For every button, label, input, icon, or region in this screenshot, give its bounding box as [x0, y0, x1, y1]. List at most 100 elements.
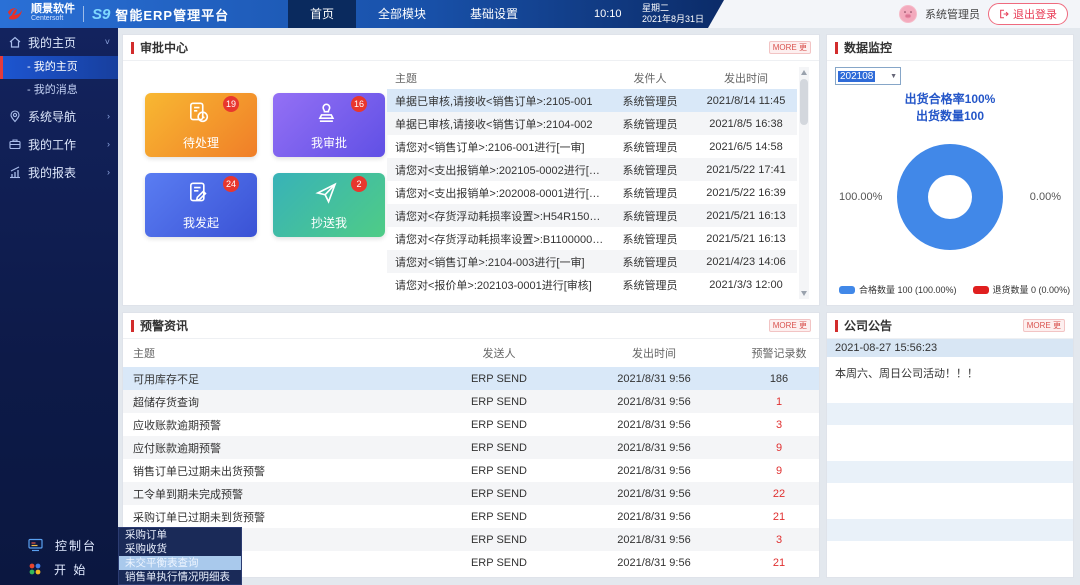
- console-icon: [28, 538, 43, 552]
- approval-panel-header: 审批中心 MORE 更: [123, 35, 819, 61]
- table-row[interactable]: 工令单到期未完成预警 ERP SEND 2021/8/31 9:56 22: [123, 482, 819, 505]
- cell-subject: 单据已审核,请接收<销售订单>:2104-002: [387, 116, 605, 132]
- monitor-title: 数据监控: [844, 39, 892, 56]
- home-icon: [8, 35, 22, 49]
- logout-icon: [999, 9, 1009, 19]
- tab-all-modules[interactable]: 全部模块: [356, 0, 448, 28]
- scroll-up-icon[interactable]: [801, 70, 807, 75]
- sidebar-item-label: 系统导航: [28, 108, 76, 125]
- company-logo-icon: [6, 4, 26, 24]
- menu-item-sales-exec-report[interactable]: 销售单执行情况明细表: [119, 570, 241, 584]
- table-row[interactable]: 应付账款逾期预警 ERP SEND 2021/8/31 9:56 9: [123, 436, 819, 459]
- console-button[interactable]: 控制台: [0, 533, 118, 557]
- menu-item-purchase-order[interactable]: 采购订单: [119, 528, 241, 542]
- legend-swatch-red: [973, 286, 989, 294]
- menu-item-balance-query[interactable]: 未交平衡表查询: [119, 556, 241, 570]
- cell-time: 2021/6/5 14:58: [695, 141, 797, 153]
- table-row[interactable]: 请您对<报价单>:202103-0001进行[审核] 系统管理员 2021/3/…: [387, 273, 797, 296]
- cell-subject: 可用库存不足: [123, 371, 429, 387]
- cell-time: 2021/8/31 9:56: [569, 488, 739, 500]
- table-row[interactable]: 请您对<存货浮动耗损率设置>:B11000001进行[审核] 系统管理员 202…: [387, 227, 797, 250]
- pending-tile[interactable]: 19 待处理: [145, 93, 257, 157]
- cell-time: 2021/8/31 9:56: [569, 442, 739, 454]
- sidebar-item-system-nav[interactable]: 系统导航 ›: [0, 102, 118, 130]
- announcements-panel: 公司公告 MORE 更 2021-08-27 15:56:23 本周六、周日公司…: [826, 312, 1074, 578]
- menu-item-purchase-receive[interactable]: 采购收货: [119, 542, 241, 556]
- announcements-more-button[interactable]: MORE 更: [1023, 319, 1065, 332]
- cell-time: 2021/8/31 9:56: [569, 419, 739, 431]
- cell-subject: 销售订单已过期未出货预警: [123, 463, 429, 479]
- weekday: 星期二: [642, 3, 704, 14]
- table-row[interactable]: 单据已审核,请接收<销售订单>:2104-002 系统管理员 2021/8/5 …: [387, 112, 797, 135]
- logout-button[interactable]: 退出登录: [988, 3, 1068, 25]
- table-row[interactable]: 请您对<存货浮动耗损率设置>:H54R15006002进行[审核] 系统管理员 …: [387, 204, 797, 227]
- alerts-title: 预警资讯: [140, 317, 188, 334]
- table-row[interactable]: 单据已审核,请接收<销售订单>:2105-001 系统管理员 2021/8/14…: [387, 89, 797, 112]
- sidebar-item-my-work[interactable]: 我的工作 ›: [0, 130, 118, 158]
- cell-time: 2021/4/23 14:06: [695, 256, 797, 268]
- cell-subject: 采购订单已过期未到货预警: [123, 509, 429, 525]
- initiated-by-me-tile[interactable]: 24 我发起: [145, 173, 257, 237]
- chart-icon: [8, 165, 22, 179]
- sidebar-subitem-my-home[interactable]: - 我的主页: [0, 56, 118, 79]
- sidebar-item-home[interactable]: 我的主页 ˅: [0, 28, 118, 56]
- start-icon: [28, 562, 42, 576]
- cell-subject: 请您对<销售订单>:2104-003进行[一审]: [387, 254, 605, 270]
- avatar[interactable]: [899, 5, 917, 23]
- date-display: 星期二 2021年8月31日: [636, 3, 704, 25]
- scroll-thumb[interactable]: [800, 79, 808, 125]
- user-strip: 系统管理员 退出登录: [708, 0, 1080, 28]
- announcement-item[interactable]: 2021-08-27 15:56:23 本周六、周日公司活动！！！: [827, 339, 1073, 395]
- cell-sender: ERP SEND: [429, 488, 569, 500]
- approval-scrollbar[interactable]: [799, 67, 809, 299]
- approval-more-button[interactable]: MORE 更: [769, 41, 811, 54]
- cell-count: 3: [739, 419, 819, 431]
- announcement-text: 本周六、周日公司活动！！！: [827, 357, 1073, 395]
- cell-time: 2021/5/22 16:39: [695, 187, 797, 199]
- sidebar-item-label: 我的报表: [28, 164, 76, 181]
- chevron-down-icon: ▼: [890, 73, 897, 80]
- table-row[interactable]: 可用库存不足 ERP SEND 2021/8/31 9:56 186: [123, 367, 819, 390]
- logo-text: 顺景软件 Centersoft: [31, 4, 75, 24]
- table-row[interactable]: 请您对<支出报销单>:202008-0001进行[审核] 系统管理员 2021/…: [387, 181, 797, 204]
- empty-announcement-slot: [827, 403, 1073, 425]
- cell-subject: 超储存货查询: [123, 394, 429, 410]
- data-monitor-panel: 数据监控 202108 ▼ 出货合格率100% 出货数量100 100.00% …: [826, 34, 1074, 306]
- current-user: 系统管理员: [925, 6, 980, 22]
- sidebar-subitem-my-messages[interactable]: - 我的消息: [0, 79, 118, 102]
- sidebar-item-my-reports[interactable]: 我的报表 ›: [0, 158, 118, 186]
- pending-count-badge: 19: [223, 96, 239, 112]
- brand: 顺景软件 Centersoft S9 智能ERP管理平台: [6, 0, 229, 28]
- table-row[interactable]: 超储存货查询 ERP SEND 2021/8/31 9:56 1: [123, 390, 819, 413]
- ship-qty-text: 出货数量100: [827, 108, 1073, 125]
- legend-label: 退货数量 0 (0.00%): [993, 283, 1071, 296]
- cell-subject: 应收账款逾期预警: [123, 417, 429, 433]
- tab-basic-settings[interactable]: 基础设置: [448, 0, 540, 28]
- alerts-more-button[interactable]: MORE 更: [769, 319, 811, 332]
- empty-announcement-slot: [827, 425, 1073, 453]
- cell-subject: 请您对<支出报销单>:202008-0001进行[审核]: [387, 185, 605, 201]
- announcements-panel-header: 公司公告 MORE 更: [827, 313, 1073, 339]
- briefcase-icon: [8, 137, 22, 151]
- tab-home[interactable]: 首页: [288, 0, 356, 28]
- cc-count-badge: 2: [351, 176, 367, 192]
- table-row[interactable]: 采购订单已过期未到货预警 ERP SEND 2021/8/31 9:56 21: [123, 505, 819, 528]
- logo-en: Centersoft: [31, 14, 75, 24]
- table-row[interactable]: 销售订单已过期未出货预警 ERP SEND 2021/8/31 9:56 9: [123, 459, 819, 482]
- table-row[interactable]: 应收账款逾期预警 ERP SEND 2021/8/31 9:56 3: [123, 413, 819, 436]
- legend-label: 合格数量 100 (100.00%): [859, 283, 957, 296]
- cell-sender: ERP SEND: [429, 511, 569, 523]
- col-time: 发出时间: [695, 70, 797, 86]
- cell-time: 2021/8/5 16:38: [695, 118, 797, 130]
- scroll-down-icon[interactable]: [801, 291, 807, 296]
- my-approvals-tile[interactable]: 16 我审批: [273, 93, 385, 157]
- period-select[interactable]: 202108 ▼: [835, 67, 901, 85]
- table-row[interactable]: 请您对<支出报销单>:202105-0002进行[审核] 系统管理员 2021/…: [387, 158, 797, 181]
- start-button[interactable]: 开 始: [0, 557, 118, 581]
- table-row[interactable]: 请您对<销售订单>:2104-003进行[一审] 系统管理员 2021/4/23…: [387, 250, 797, 273]
- table-row[interactable]: 请您对<销售订单>:2106-001进行[一审] 系统管理员 2021/6/5 …: [387, 135, 797, 158]
- cc-to-me-tile[interactable]: 2 抄送我: [273, 173, 385, 237]
- cell-subject: 请您对<存货浮动耗损率设置>:B11000001进行[审核]: [387, 231, 605, 247]
- chevron-right-icon: ›: [107, 111, 110, 121]
- col-subject: 主题: [387, 70, 605, 86]
